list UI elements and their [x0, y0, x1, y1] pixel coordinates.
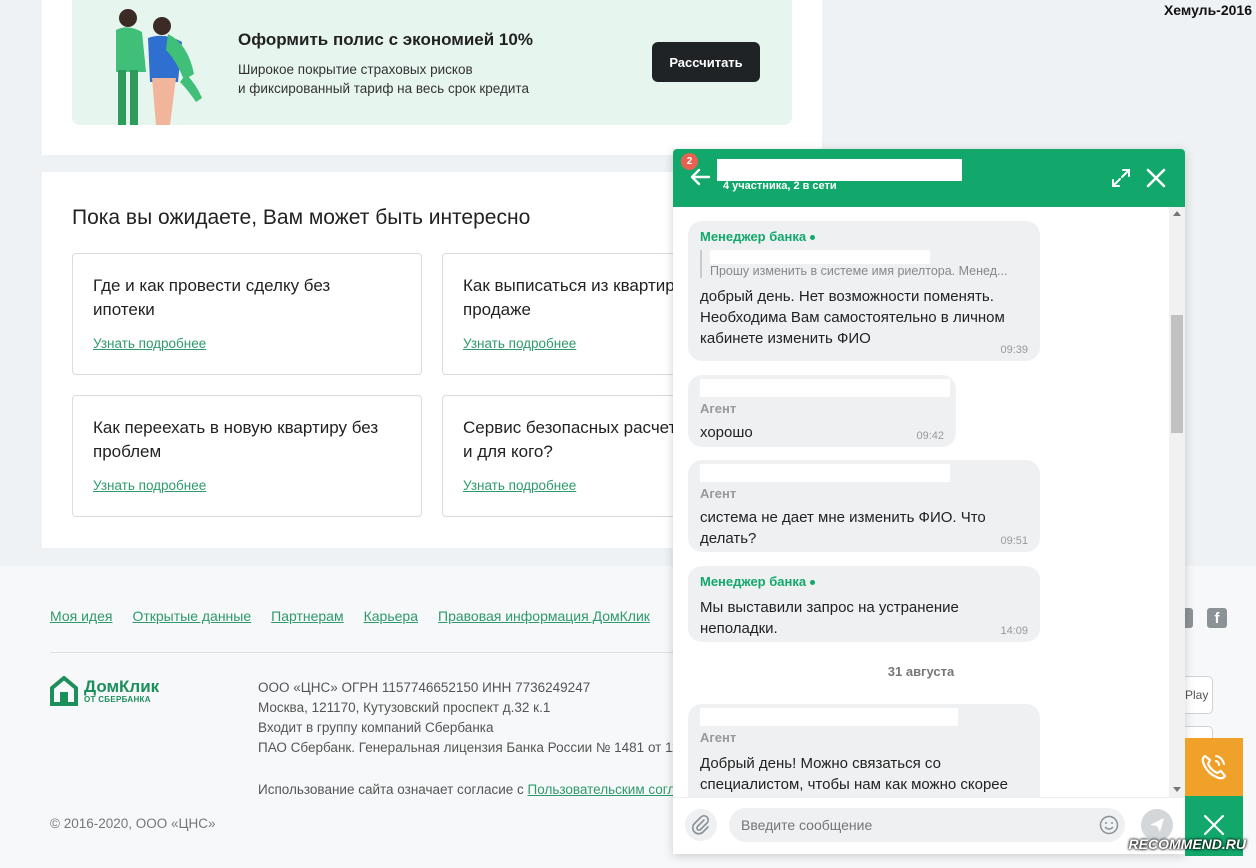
- company-info-line: ООО «ЦНС» ОГРН 1157746652150 ИНН 7736249…: [258, 680, 591, 695]
- date-separator: 31 августа: [887, 664, 955, 679]
- consent-prefix: Использование сайта означает согласие с: [258, 782, 528, 797]
- footer-link-legal[interactable]: Правовая информация ДомКлик: [438, 608, 650, 624]
- watermark-username: Хемуль-2016: [1163, 2, 1252, 18]
- attach-button[interactable]: [685, 809, 717, 841]
- message-time: 09:51: [1000, 535, 1028, 547]
- copyright: © 2016-2020, ООО «ЦНС»: [50, 816, 216, 831]
- expand-icon[interactable]: [1109, 166, 1133, 190]
- emoji-icon[interactable]: [1099, 815, 1119, 835]
- message-time: 09:39: [1000, 344, 1028, 356]
- company-info-line: Входит в группу компаний Сбербанка: [258, 720, 494, 735]
- promo-line-1: Широкое покрытие страховых рисков: [238, 62, 473, 77]
- message-list: Менеджер банка Прошу изменить в системе …: [673, 207, 1169, 797]
- footer-links: Моя идея Открытые данные Партнерам Карье…: [50, 608, 650, 624]
- learn-more-link[interactable]: Узнать подробнее: [93, 336, 206, 351]
- call-button[interactable]: [1185, 738, 1243, 796]
- message-bubble: Агент система не дает мне изменить ФИО. …: [688, 460, 1040, 552]
- message-text: система не дает мне изменить ФИО. Что де…: [700, 509, 986, 547]
- promo-banner: Оформить полис с экономией 10% Широкое п…: [72, 0, 792, 125]
- article-title: Как переехать в новую квартиру без пробл…: [93, 418, 379, 461]
- promo-description: Широкое покрытие страховых рисков и фикс…: [238, 60, 578, 98]
- learn-more-link[interactable]: Узнать подробнее: [463, 336, 576, 351]
- redacted-name: [700, 464, 950, 482]
- promo-line-2: и фиксированный тариф на весь срок креди…: [238, 81, 529, 96]
- message-time: 09:42: [916, 430, 944, 442]
- footer-link-open-data[interactable]: Открытые данные: [132, 608, 251, 624]
- chat-title-redacted: [717, 159, 962, 181]
- scroll-down-arrow-icon[interactable]: [1173, 787, 1181, 792]
- quoted-message: Прошу изменить в системе имя риелтора. М…: [700, 250, 1028, 278]
- chat-scrollbar[interactable]: [1169, 207, 1185, 797]
- sender-name: Агент: [700, 486, 737, 501]
- phone-icon: [1201, 754, 1227, 780]
- sender-name: Менеджер банка: [700, 574, 1028, 589]
- logo-name: ДомКлик: [84, 676, 160, 696]
- calculate-button[interactable]: Рассчитать: [652, 42, 760, 82]
- redacted-name: [700, 708, 958, 726]
- sender-name: Агент: [700, 730, 737, 745]
- redacted-name: [700, 379, 950, 397]
- learn-more-link[interactable]: Узнать подробнее: [463, 478, 576, 493]
- chat-composer: [673, 797, 1185, 854]
- interest-title: Пока вы ожидаете, Вам может быть интерес…: [72, 206, 531, 229]
- user-agreement-link[interactable]: Пользовательским соглашением: [528, 782, 678, 797]
- paperclip-icon: [692, 814, 710, 835]
- message-input[interactable]: [729, 808, 1125, 842]
- message-text: добрый день. Нет возможности поменять. Н…: [700, 288, 1005, 347]
- family-illustration: [116, 9, 202, 125]
- message-bubble: Менеджер банка Мы выставили запрос на ус…: [688, 566, 1040, 642]
- facebook-icon[interactable]: f: [1207, 608, 1227, 628]
- consent-text: Использование сайта означает согласие с …: [258, 782, 678, 797]
- unread-badge: 2: [681, 153, 698, 170]
- message-bubble: Агент Добрый день! Можно связаться со сп…: [688, 704, 1040, 797]
- footer-link-partners[interactable]: Партнерам: [271, 608, 343, 624]
- article-tile[interactable]: Как переехать в новую квартиру без пробл…: [72, 395, 422, 517]
- chat-widget: 2 4 участника, 2 в сети Менеджер банка П…: [673, 149, 1185, 854]
- quoted-text: Прошу изменить в системе имя риелтора. М…: [710, 264, 1008, 278]
- company-info: ООО «ЦНС» ОГРН 1157746652150 ИНН 7736249…: [258, 678, 678, 758]
- domclick-logo[interactable]: ДомКлик ОТ СБЕРБАНКА: [50, 676, 159, 706]
- promo-title: Оформить полис с экономией 10%: [238, 30, 533, 49]
- sender-name: Агент: [700, 401, 737, 416]
- company-info-line: Москва, 121170, Кутузовский проспект д.3…: [258, 700, 551, 715]
- message-bubble: Агент хорошо 09:42: [688, 375, 956, 447]
- close-icon[interactable]: [1143, 165, 1169, 191]
- scroll-up-arrow-icon[interactable]: [1173, 211, 1181, 216]
- scrollbar-thumb[interactable]: [1171, 315, 1183, 433]
- insurance-promo-card: Оформить полис с экономией 10% Широкое п…: [42, 0, 822, 155]
- watermark-site: RECOMMEND.RU: [1128, 836, 1246, 852]
- social-icon[interactable]: [1185, 608, 1193, 628]
- message-text: Мы выставили запрос на устранение непола…: [700, 599, 959, 637]
- house-logo-icon: [50, 676, 78, 706]
- chat-participants: 4 участника, 2 в сети: [723, 180, 837, 192]
- footer-link-career[interactable]: Карьера: [364, 608, 418, 624]
- company-info-line: ПАО Сбербанк. Генеральная лицензия Банка…: [258, 740, 678, 755]
- sender-name: Менеджер банка: [700, 229, 1028, 244]
- message-bubble: Менеджер банка Прошу изменить в системе …: [688, 221, 1040, 361]
- message-time: 14:09: [1000, 625, 1028, 637]
- footer-divider: [50, 652, 690, 653]
- learn-more-link[interactable]: Узнать подробнее: [93, 478, 206, 493]
- chat-header: 2 4 участника, 2 в сети: [673, 149, 1185, 207]
- article-tile[interactable]: Где и как провести сделку без ипотеки Уз…: [72, 253, 422, 375]
- article-title: Где и как провести сделку без ипотеки: [93, 276, 331, 319]
- logo-subtitle: ОТ СБЕРБАНКА: [84, 694, 151, 704]
- message-text: хорошо: [700, 424, 753, 441]
- google-play-badge[interactable]: Play: [1185, 676, 1213, 714]
- message-text: Добрый день! Можно связаться со специали…: [700, 755, 1008, 793]
- footer-link-idea[interactable]: Моя идея: [50, 608, 112, 624]
